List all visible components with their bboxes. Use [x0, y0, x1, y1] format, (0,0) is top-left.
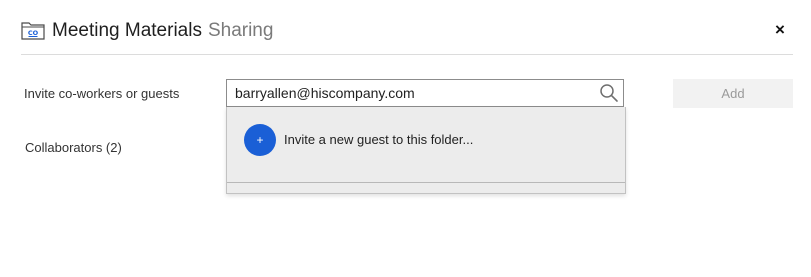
dialog-header: CO Meeting Materials Sharing ×	[0, 0, 811, 54]
page-title: Meeting Materials Sharing	[52, 19, 273, 43]
invite-new-guest-label: Invite a new guest to this folder...	[284, 132, 474, 147]
close-button[interactable]: ×	[770, 18, 790, 42]
svg-text:CO: CO	[28, 29, 39, 37]
search-icon[interactable]	[599, 83, 619, 103]
add-button[interactable]: Add	[673, 79, 793, 108]
invite-input[interactable]	[227, 80, 595, 106]
invite-label: Invite co-workers or guests	[24, 86, 180, 101]
folder-name: Meeting Materials	[52, 20, 202, 41]
title-suffix: Sharing	[207, 20, 274, 41]
collaborators-label: Collaborators (2)	[25, 140, 122, 155]
shared-folder-icon: CO	[21, 20, 45, 40]
dropdown-divider	[227, 182, 625, 183]
invite-suggestions-dropdown: + Invite a new guest to this folder...	[226, 107, 626, 194]
invite-input-container	[226, 79, 624, 107]
plus-icon: +	[244, 124, 276, 156]
header-divider	[21, 54, 793, 55]
invite-new-guest-option[interactable]: + Invite a new guest to this folder...	[227, 107, 625, 182]
